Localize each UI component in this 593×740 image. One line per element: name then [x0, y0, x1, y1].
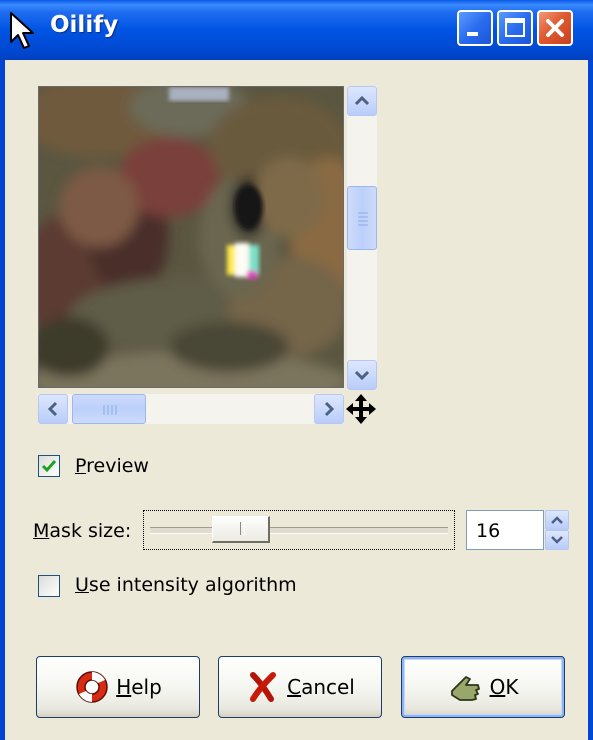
- grip-icon: [358, 212, 368, 226]
- cancel-label-text: ancel: [301, 675, 355, 699]
- grip-icon: [103, 405, 117, 415]
- preview-checkbox[interactable]: [38, 455, 60, 477]
- cancel-x-icon: [250, 672, 277, 702]
- help-lifebuoy-icon: [76, 671, 108, 703]
- mask-size-input[interactable]: 16: [466, 510, 544, 550]
- chevron-down-icon: [551, 536, 563, 544]
- window-frame-left: [0, 60, 5, 740]
- scroll-right-button[interactable]: [314, 394, 344, 424]
- chevron-right-icon: [324, 401, 334, 417]
- mask-size-slider[interactable]: [143, 510, 455, 550]
- minimize-icon: [467, 32, 478, 36]
- maximize-button[interactable]: [497, 10, 533, 46]
- preview-horizontal-scrollbar[interactable]: [38, 394, 344, 424]
- window-title: Oilify: [50, 12, 119, 38]
- close-button[interactable]: [537, 10, 573, 46]
- ok-mnemonic: O: [489, 675, 506, 699]
- ok-hand-icon: [450, 676, 480, 701]
- close-icon: [546, 19, 564, 37]
- horizontal-scroll-thumb[interactable]: [72, 394, 146, 424]
- slider-thumb[interactable]: [212, 516, 270, 543]
- ok-label: OK: [490, 675, 519, 699]
- mask-size-spinner[interactable]: [545, 510, 569, 550]
- spin-up-button[interactable]: [545, 510, 569, 530]
- chevron-down-icon: [354, 370, 370, 380]
- mask-size-label-text: ask size:: [49, 520, 132, 542]
- scroll-down-button[interactable]: [347, 360, 377, 390]
- preview-label-text: review: [86, 455, 149, 477]
- chevron-up-icon: [551, 516, 563, 524]
- preview-image[interactable]: [38, 86, 344, 388]
- intensity-label-text: se intensity algorithm: [88, 574, 297, 596]
- maximize-icon: [505, 18, 525, 37]
- vertical-scroll-thumb[interactable]: [347, 186, 377, 250]
- slider-track: [150, 527, 448, 534]
- ok-label-text: K: [505, 675, 519, 699]
- preview-mnemonic: P: [75, 455, 87, 477]
- help-label: Help: [116, 675, 162, 699]
- cancel-button[interactable]: Cancel: [218, 656, 382, 718]
- mask-size-mnemonic: M: [33, 520, 50, 542]
- intensity-checkbox[interactable]: [38, 575, 60, 597]
- minimize-button[interactable]: [457, 10, 493, 46]
- help-mnemonic: H: [116, 675, 132, 699]
- scroll-left-button[interactable]: [38, 394, 68, 424]
- help-button[interactable]: Help: [36, 656, 200, 718]
- intensity-label[interactable]: Use intensity algorithm: [75, 574, 297, 596]
- scroll-up-button[interactable]: [347, 86, 377, 116]
- cancel-mnemonic: C: [287, 675, 302, 699]
- cancel-label: Cancel: [287, 675, 355, 699]
- title-bar[interactable]: Oilify: [0, 0, 593, 60]
- chevron-up-icon: [354, 96, 370, 106]
- checkmark-icon: [41, 460, 57, 473]
- oilify-preview-artwork: [39, 87, 343, 387]
- preview-label[interactable]: Preview: [75, 455, 149, 477]
- help-label-text: elp: [131, 675, 162, 699]
- pointer-icon: [10, 12, 34, 49]
- preview-vertical-scrollbar[interactable]: [347, 86, 377, 390]
- slider-grip: [240, 522, 245, 535]
- window-frame-right: [588, 60, 593, 740]
- mask-size-label: Mask size:: [33, 520, 131, 542]
- spin-down-button[interactable]: [545, 530, 569, 550]
- ok-button[interactable]: OK: [401, 656, 565, 718]
- navigate-icon[interactable]: [345, 393, 377, 425]
- intensity-mnemonic: U: [75, 574, 89, 596]
- chevron-left-icon: [48, 401, 58, 417]
